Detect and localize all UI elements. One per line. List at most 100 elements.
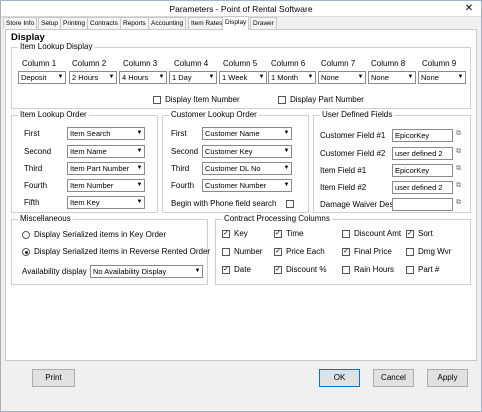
column-4-select[interactable]: 1 Day ▼ [169,71,217,84]
tab-printing[interactable]: Printing [60,17,89,29]
item-order-third-select[interactable]: Item Part Number ▼ [67,162,145,175]
ok-button[interactable]: OK [319,369,360,387]
contract-column-label: Discount % [286,265,327,274]
tab-drawer[interactable]: Drawer [250,17,277,29]
customer-order-third-select[interactable]: Customer DL No ▼ [202,162,292,175]
customer-order-fourth-select[interactable]: Customer Number ▼ [202,179,292,192]
contract-column-checkbox[interactable] [406,266,414,274]
chevron-down-icon: ▼ [136,130,143,136]
select-value: Customer DL No [205,164,261,173]
begin-phone-checkbox[interactable] [286,200,294,208]
tab-item-rates[interactable]: Item Rates [188,17,226,29]
tab-setup[interactable]: Setup [38,17,61,29]
tab-accounting[interactable]: Accounting [148,17,187,29]
damage-waiver-input[interactable] [392,198,453,211]
select-value: Deposit [21,73,47,82]
column-6-select[interactable]: 1 Month ▼ [268,71,316,84]
customer-field-1-input[interactable]: EpicorKey [392,129,453,142]
contract-column-checkbox[interactable] [342,230,350,238]
item-order-fourth-select[interactable]: Item Number ▼ [67,179,145,192]
customer-order-second-select[interactable]: Customer Key ▼ [202,145,292,158]
column-label: Column 9 [422,59,457,68]
contract-column-checkbox[interactable]: ✓ [342,248,350,256]
select-value: Item Key [70,198,100,207]
column-1-select[interactable]: Deposit ▼ [18,71,66,84]
column-label: Column 5 [223,59,258,68]
contract-column-checkbox[interactable]: ✓ [222,266,230,274]
lookup-icon[interactable]: ⧉ [456,148,465,159]
chevron-down-icon: ▼ [307,74,314,80]
contract-column-label: Time [286,229,304,238]
column-3-select[interactable]: 4 Hours ▼ [119,71,167,84]
item-order-fifth-select[interactable]: Item Key ▼ [67,196,145,209]
chevron-down-icon: ▼ [136,182,143,188]
select-value: Item Number [70,181,114,190]
contract-column-label: Price Each [286,247,325,256]
cancel-button[interactable]: Cancel [373,369,414,387]
order-label: First [24,129,40,138]
column-label: Column 3 [123,59,158,68]
column-7-select[interactable]: None ▼ [318,71,366,84]
contract-column-label: Sort [418,229,433,238]
contract-column-checkbox[interactable]: ✓ [274,248,282,256]
contract-column-checkbox[interactable]: ✓ [274,266,282,274]
reverse-rented-label: Display Serialized items in Reverse Rent… [34,247,211,256]
check-icon: ✓ [275,266,281,273]
customer-field-2-input[interactable]: user defined 2 [392,147,453,160]
contract-column-checkbox[interactable] [406,248,414,256]
customer-order-first-select[interactable]: Customer Name ▼ [202,127,292,140]
check-icon: ✓ [275,230,281,237]
contract-column-checkbox[interactable]: ✓ [406,230,414,238]
contract-column-checkbox[interactable]: ✓ [222,230,230,238]
item-field-1-input[interactable]: EpicorKey [392,164,453,177]
column-8-select[interactable]: None ▼ [368,71,416,84]
availability-label: Availability display [22,267,87,276]
reverse-rented-radio[interactable] [22,248,30,256]
select-value: 1 Week [222,73,248,82]
user-defined-fields-group: User Defined Fields Customer Field #1 Cu… [313,110,471,213]
contract-column-checkbox[interactable]: ✓ [274,230,282,238]
order-label: Third [24,164,43,173]
close-icon[interactable]: ✕ [457,1,481,16]
order-label: First [171,129,187,138]
chevron-down-icon: ▼ [457,74,464,80]
item-field-2-input[interactable]: user defined 2 [392,181,453,194]
lookup-icon[interactable]: ⧉ [456,182,465,193]
column-label: Column 7 [321,59,356,68]
order-label: Fourth [171,181,195,190]
order-label: Third [171,164,190,173]
contract-column-label: Key [234,229,248,238]
availability-select[interactable]: No Availability Display ▼ [90,265,203,278]
tab-contracts[interactable]: Contracts [87,17,121,29]
print-button[interactable]: Print [32,369,75,387]
contract-column-checkbox[interactable] [222,248,230,256]
contract-column-checkbox[interactable] [342,266,350,274]
lookup-icon[interactable]: ⧉ [456,199,465,210]
column-2-select[interactable]: 2 Hours ▼ [69,71,117,84]
lookup-icon[interactable]: ⧉ [456,165,465,176]
field-label: Item Field #1 [320,166,367,175]
select-value: Item Part Number [70,164,130,173]
chevron-down-icon: ▼ [158,74,165,80]
tab-display[interactable]: Display [222,16,250,30]
select-value: Customer Key [205,147,253,156]
tab-reports[interactable]: Reports [120,17,149,29]
contract-column-label: Date [234,265,251,274]
select-value: 2 Hours [72,73,99,82]
apply-button[interactable]: Apply [427,369,468,387]
column-9-select[interactable]: None ▼ [418,71,466,84]
order-label: Fifth [24,198,40,207]
chevron-down-icon: ▼ [136,165,143,171]
item-lookup-order-group: Item Lookup Order First Second Third Fou… [11,110,158,213]
key-order-radio[interactable] [22,231,30,239]
display-part-number-checkbox[interactable] [278,96,286,104]
item-order-first-select[interactable]: Item Search ▼ [67,127,145,140]
column-5-select[interactable]: 1 Week ▼ [219,71,267,84]
item-order-second-select[interactable]: Item Name ▼ [67,145,145,158]
display-item-number-checkbox[interactable] [153,96,161,104]
chevron-down-icon: ▼ [283,165,290,171]
tab-store-info[interactable]: Store Info [3,17,38,29]
column-label: Column 6 [271,59,306,68]
group-legend: Contract Processing Columns [222,214,332,223]
lookup-icon[interactable]: ⧉ [456,130,465,141]
